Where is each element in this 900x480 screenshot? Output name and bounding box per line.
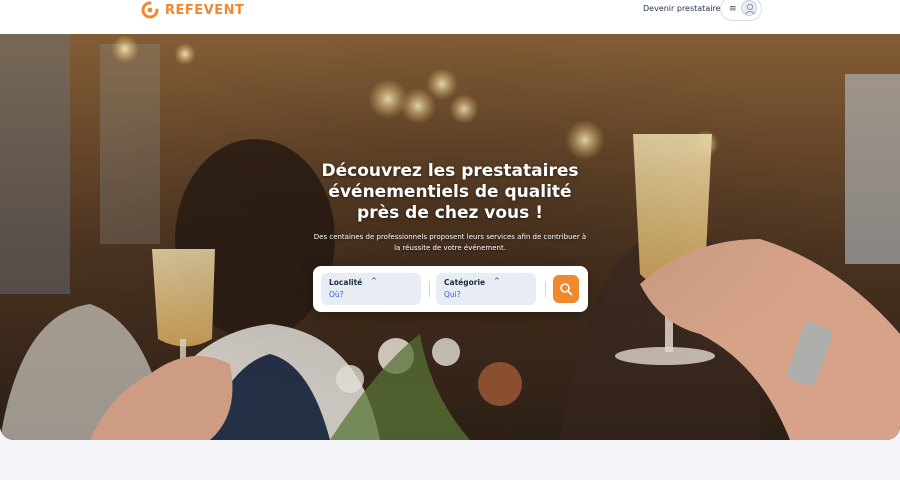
chevron-up-icon: ^: [371, 277, 377, 285]
logo[interactable]: REFEVENT: [141, 1, 244, 19]
logo-text: REFEVENT: [165, 2, 245, 18]
user-avatar-icon: [741, 0, 757, 16]
search-bar: Localité ^ Où? Catégorie ^ Qui?: [313, 266, 588, 312]
hero-section: Découvrez les prestataires événementiels…: [0, 34, 900, 440]
divider: [429, 281, 430, 297]
chevron-up-icon: ^: [494, 277, 500, 285]
search-icon: [560, 283, 573, 296]
category-field[interactable]: Catégorie ^ Qui?: [436, 273, 536, 305]
hero-subtitle: Des centaines de professionnels proposen…: [305, 232, 595, 254]
divider: [545, 281, 546, 297]
category-label: Catégorie: [444, 278, 486, 287]
refevent-logo-icon: [141, 1, 159, 19]
become-provider-link[interactable]: Devenir prestataire: [643, 4, 720, 13]
category-value: Qui?: [444, 290, 461, 299]
location-value: Où?: [329, 290, 344, 299]
hamburger-menu-icon: ≡: [729, 4, 737, 14]
hero-title-line: Découvrez les prestataires: [321, 161, 579, 181]
account-menu-button[interactable]: ≡: [720, 0, 762, 21]
top-header: REFEVENT Devenir prestataire ≡: [0, 0, 900, 34]
next-section: [0, 440, 900, 480]
hero-title: Découvrez les prestataires événementiels…: [300, 161, 600, 224]
hero-title-line: près de chez vous !: [357, 203, 543, 223]
location-field[interactable]: Localité ^ Où?: [321, 273, 421, 305]
search-button[interactable]: [553, 275, 579, 303]
hero-title-line: événementiels de qualité: [328, 182, 572, 202]
hero-subtitle-line: la réussite de votre événement.: [394, 244, 506, 252]
hero-subtitle-line: Des centaines de professionnels proposen…: [313, 233, 587, 241]
location-label: Localité: [329, 278, 363, 287]
